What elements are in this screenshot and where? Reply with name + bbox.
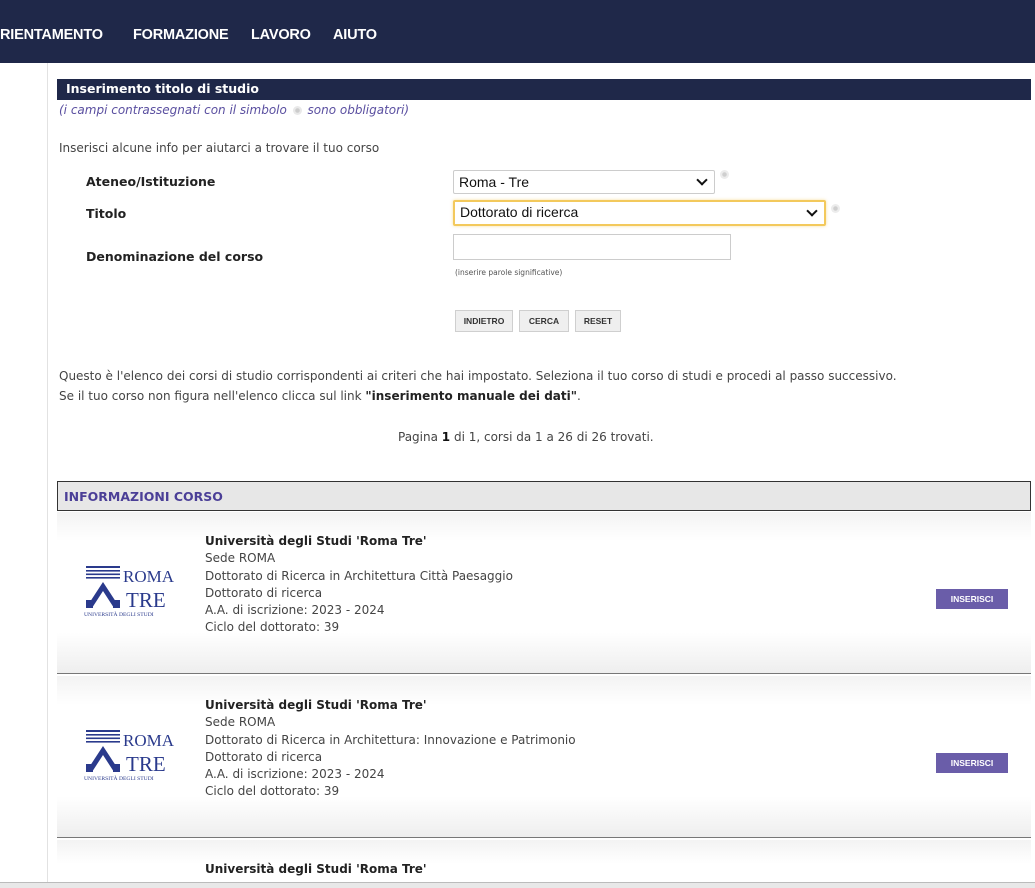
course-type: Dottorato di ricerca bbox=[205, 749, 323, 764]
course-university: Università degli Studi 'Roma Tre' bbox=[205, 862, 427, 876]
required-note-text-end: sono obbligatori) bbox=[307, 103, 410, 117]
insert-course-button[interactable]: INSERISCI bbox=[936, 753, 1008, 773]
ateneo-select[interactable]: Roma - Tre bbox=[453, 170, 715, 194]
manual-entry-text: Se il tuo corso non figura nell'elenco c… bbox=[59, 389, 366, 403]
horizontal-scrollbar[interactable] bbox=[0, 882, 1035, 888]
course-type: Dottorato di ricerca bbox=[205, 585, 323, 600]
roma-tre-logo: ROMA TRE UNIVERSITÀ DEGLI STUDI bbox=[84, 564, 176, 618]
course-card: ROMA TRE UNIVERSITÀ DEGLI STUDI Universi… bbox=[57, 512, 1031, 674]
required-symbol-icon bbox=[831, 204, 840, 213]
course-cycle: Ciclo del dottorato: 39 bbox=[205, 620, 340, 635]
results-description: Questo è l'elenco dei corsi di studio co… bbox=[59, 369, 897, 383]
titolo-label: Titolo bbox=[86, 206, 127, 221]
course-sede: Sede ROMA bbox=[205, 715, 276, 730]
course-academic-year: A.A. di iscrizione: 2023 - 2024 bbox=[205, 603, 385, 618]
form-section-title: Inserimento titolo di studio bbox=[57, 79, 1031, 100]
nav-item-orientamento[interactable]: RIENTAMENTO bbox=[0, 27, 103, 43]
nav-item-formazione[interactable]: FORMAZIONE bbox=[133, 27, 229, 43]
denominazione-hint: (inserire parole significative) bbox=[455, 268, 563, 277]
pagination-info: Pagina 1 di 1, corsi da 1 a 26 di 26 tro… bbox=[398, 430, 654, 444]
nav-item-aiuto[interactable]: AIUTO bbox=[333, 27, 377, 43]
search-button[interactable]: CERCA bbox=[519, 310, 569, 332]
course-cycle: Ciclo del dottorato: 39 bbox=[205, 784, 340, 799]
logo-text-roma: ROMA bbox=[123, 731, 175, 750]
course-academic-year: A.A. di iscrizione: 2023 - 2024 bbox=[205, 767, 385, 782]
course-name: Dottorato di Ricerca in Architettura Cit… bbox=[205, 568, 513, 583]
titolo-selected-value: Dottorato di ricerca bbox=[460, 204, 579, 220]
chevron-down-icon bbox=[806, 205, 818, 217]
titolo-select[interactable]: Dottorato di ricerca bbox=[453, 200, 826, 226]
course-details: Università degli Studi 'Roma Tre' Sede R… bbox=[205, 533, 513, 637]
logo-text-roma: ROMA bbox=[123, 567, 175, 586]
top-navigation: RIENTAMENTO FORMAZIONE LAVORO AIUTO bbox=[0, 0, 1035, 63]
pager-text: Pagina bbox=[398, 430, 442, 444]
required-symbol-icon bbox=[720, 170, 729, 179]
content-left-border bbox=[47, 63, 48, 888]
ateneo-selected-value: Roma - Tre bbox=[459, 174, 530, 190]
course-details: Università degli Studi 'Roma Tre' Sede R… bbox=[205, 697, 576, 801]
course-card: Università degli Studi 'Roma Tre' bbox=[57, 840, 1031, 888]
course-name: Dottorato di Ricerca in Architettura: In… bbox=[205, 732, 576, 747]
required-note-text: (i campi contrassegnati con il simbolo bbox=[59, 103, 287, 117]
back-button[interactable]: INDIETRO bbox=[455, 310, 513, 332]
manual-entry-text-end: . bbox=[576, 389, 581, 403]
logo-text-university: UNIVERSITÀ DEGLI STUDI bbox=[84, 774, 154, 782]
logo-text-university: UNIVERSITÀ DEGLI STUDI bbox=[84, 610, 154, 618]
course-details: Università degli Studi 'Roma Tre' bbox=[205, 861, 427, 878]
required-symbol-icon bbox=[292, 106, 302, 115]
roma-tre-logo-icon: ROMA TRE UNIVERSITÀ DEGLI STUDI bbox=[84, 566, 175, 618]
denominazione-label: Denominazione del corso bbox=[86, 249, 264, 264]
ateneo-label: Ateneo/Istituzione bbox=[86, 174, 216, 189]
manual-entry-note: Se il tuo corso non figura nell'elenco c… bbox=[59, 389, 581, 403]
roma-tre-logo-icon: ROMA TRE UNIVERSITÀ DEGLI STUDI bbox=[84, 730, 175, 782]
manual-entry-link[interactable]: "inserimento manuale dei dati" bbox=[365, 389, 577, 403]
nav-item-lavoro[interactable]: LAVORO bbox=[251, 27, 311, 43]
reset-button[interactable]: RESET bbox=[575, 310, 621, 332]
logo-text-tre: TRE bbox=[126, 588, 166, 612]
logo-text-tre: TRE bbox=[126, 752, 166, 776]
required-fields-note: (i campi contrassegnati con il simbolo s… bbox=[59, 103, 409, 117]
course-university: Università degli Studi 'Roma Tre' bbox=[205, 534, 427, 548]
course-sede: Sede ROMA bbox=[205, 551, 276, 566]
roma-tre-logo: ROMA TRE UNIVERSITÀ DEGLI STUDI bbox=[84, 728, 176, 782]
insert-course-button[interactable]: INSERISCI bbox=[936, 589, 1008, 609]
course-university: Università degli Studi 'Roma Tre' bbox=[205, 698, 427, 712]
current-page: 1 bbox=[441, 430, 451, 444]
denominazione-input[interactable] bbox=[453, 234, 731, 260]
course-card: ROMA TRE UNIVERSITÀ DEGLI STUDI Universi… bbox=[57, 676, 1031, 838]
chevron-down-icon bbox=[696, 174, 708, 186]
course-info-header: INFORMAZIONI CORSO bbox=[57, 481, 1031, 511]
pager-text-end: di 1, corsi da 1 a 26 di 26 trovati. bbox=[450, 430, 654, 444]
form-intro: Inserisci alcune info per aiutarci a tro… bbox=[59, 141, 380, 155]
